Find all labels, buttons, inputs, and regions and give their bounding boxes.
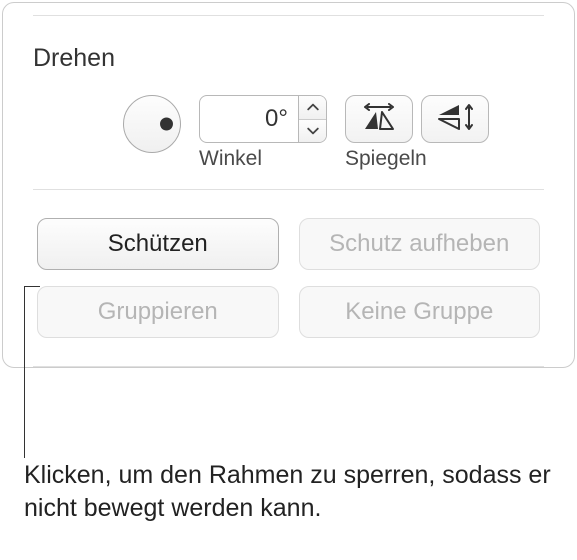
angle-input-wrap: 0° xyxy=(199,95,327,143)
unlock-button: Schutz aufheben xyxy=(299,218,541,270)
angle-input[interactable]: 0° xyxy=(199,95,299,143)
angle-step-down[interactable] xyxy=(299,120,326,143)
lock-group-buttons: Schützen Schutz aufheben Gruppieren Kein… xyxy=(33,190,544,366)
format-panel: Drehen 0° Winkel xyxy=(2,2,575,368)
divider-top xyxy=(33,15,544,16)
angle-label: Winkel xyxy=(199,147,262,171)
rotation-dial[interactable] xyxy=(123,95,181,153)
callout-text: Klicken, um den Rahmen zu sperren, sodas… xyxy=(24,459,577,527)
flip-label: Spiegeln xyxy=(345,147,427,171)
callout-connector-tick xyxy=(24,286,40,287)
callout-connector-line xyxy=(24,286,25,458)
flip-group: Spiegeln xyxy=(345,95,489,171)
ungroup-button: Keine Gruppe xyxy=(299,286,541,338)
flip-buttons xyxy=(345,95,489,143)
flip-vertical-icon xyxy=(437,103,473,136)
angle-group: 0° Winkel xyxy=(199,95,327,171)
lock-button[interactable]: Schützen xyxy=(37,218,279,270)
flip-horizontal-icon xyxy=(361,103,397,136)
rotate-controls: 0° Winkel xyxy=(33,95,544,189)
flip-vertical-button[interactable] xyxy=(421,95,489,143)
angle-step-up[interactable] xyxy=(299,96,326,120)
divider-bottom xyxy=(33,366,544,367)
group-button: Gruppieren xyxy=(37,286,279,338)
angle-stepper xyxy=(299,95,327,143)
rotate-section-title: Drehen xyxy=(33,44,544,73)
flip-horizontal-button[interactable] xyxy=(345,95,413,143)
